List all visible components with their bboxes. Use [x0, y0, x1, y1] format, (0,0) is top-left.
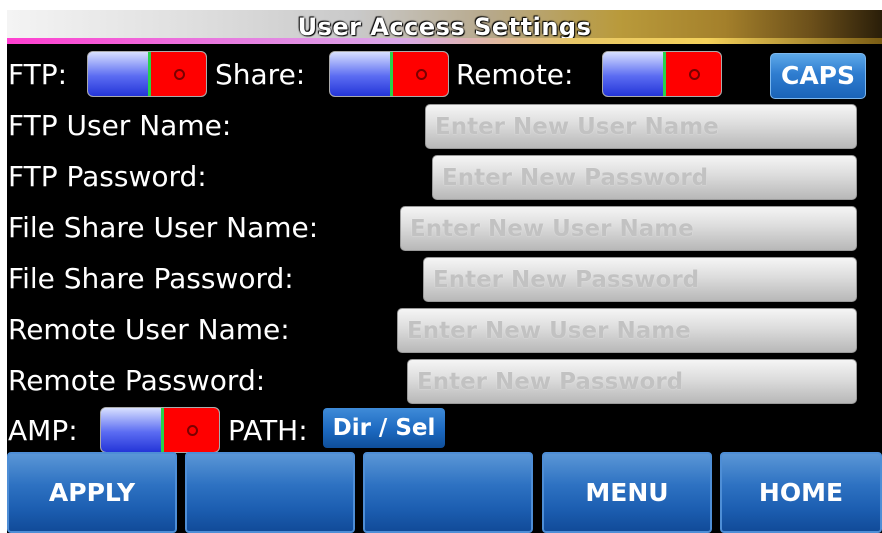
file-share-password-input[interactable]: Enter New Password [423, 257, 857, 302]
toggle-on-segment [603, 52, 663, 96]
screen: User Access Settings FTP: Share: Remote:… [7, 10, 882, 533]
remote-label: Remote: [456, 58, 574, 91]
toggle-off-segment [151, 52, 206, 96]
remote-password-label: Remote Password: [8, 364, 266, 397]
share-label: Share: [215, 58, 306, 91]
page-title: User Access Settings [297, 13, 592, 41]
toggle-off-segment [393, 52, 448, 96]
file-share-user-name-input[interactable]: Enter New User Name [400, 206, 857, 251]
ftp-label: FTP: [8, 58, 68, 91]
share-toggle[interactable] [329, 51, 449, 97]
remote-password-input[interactable]: Enter New Password [407, 359, 857, 404]
toggle-on-segment [101, 408, 161, 452]
ftp-password-label: FTP Password: [8, 160, 207, 193]
home-button[interactable]: HOME [720, 452, 882, 533]
remote-user-name-label: Remote User Name: [8, 313, 290, 346]
ftp-toggle[interactable] [87, 51, 207, 97]
apply-button[interactable]: APPLY [7, 452, 177, 533]
ftp-user-name-label: FTP User Name: [8, 109, 232, 142]
toggle-on-segment [88, 52, 148, 96]
blank-button-2[interactable] [363, 452, 533, 533]
remote-toggle[interactable] [602, 51, 722, 97]
ftp-password-input[interactable]: Enter New Password [432, 155, 857, 200]
toggle-off-segment [666, 52, 721, 96]
title-bar: User Access Settings [7, 10, 882, 44]
toggle-off-segment [164, 408, 219, 452]
dir-sel-button[interactable]: Dir / Sel [323, 408, 445, 448]
caps-button[interactable]: CAPS [770, 53, 866, 99]
ftp-user-name-input[interactable]: Enter New User Name [425, 104, 857, 149]
amp-label: AMP: [8, 414, 78, 447]
file-share-password-label: File Share Password: [8, 262, 294, 295]
remote-user-name-input[interactable]: Enter New User Name [397, 308, 857, 353]
blank-button-1[interactable] [185, 452, 355, 533]
menu-button[interactable]: MENU [542, 452, 712, 533]
amp-toggle[interactable] [100, 407, 220, 453]
toggle-on-segment [330, 52, 390, 96]
file-share-user-name-label: File Share User Name: [8, 211, 319, 244]
path-label: PATH: [228, 414, 308, 447]
